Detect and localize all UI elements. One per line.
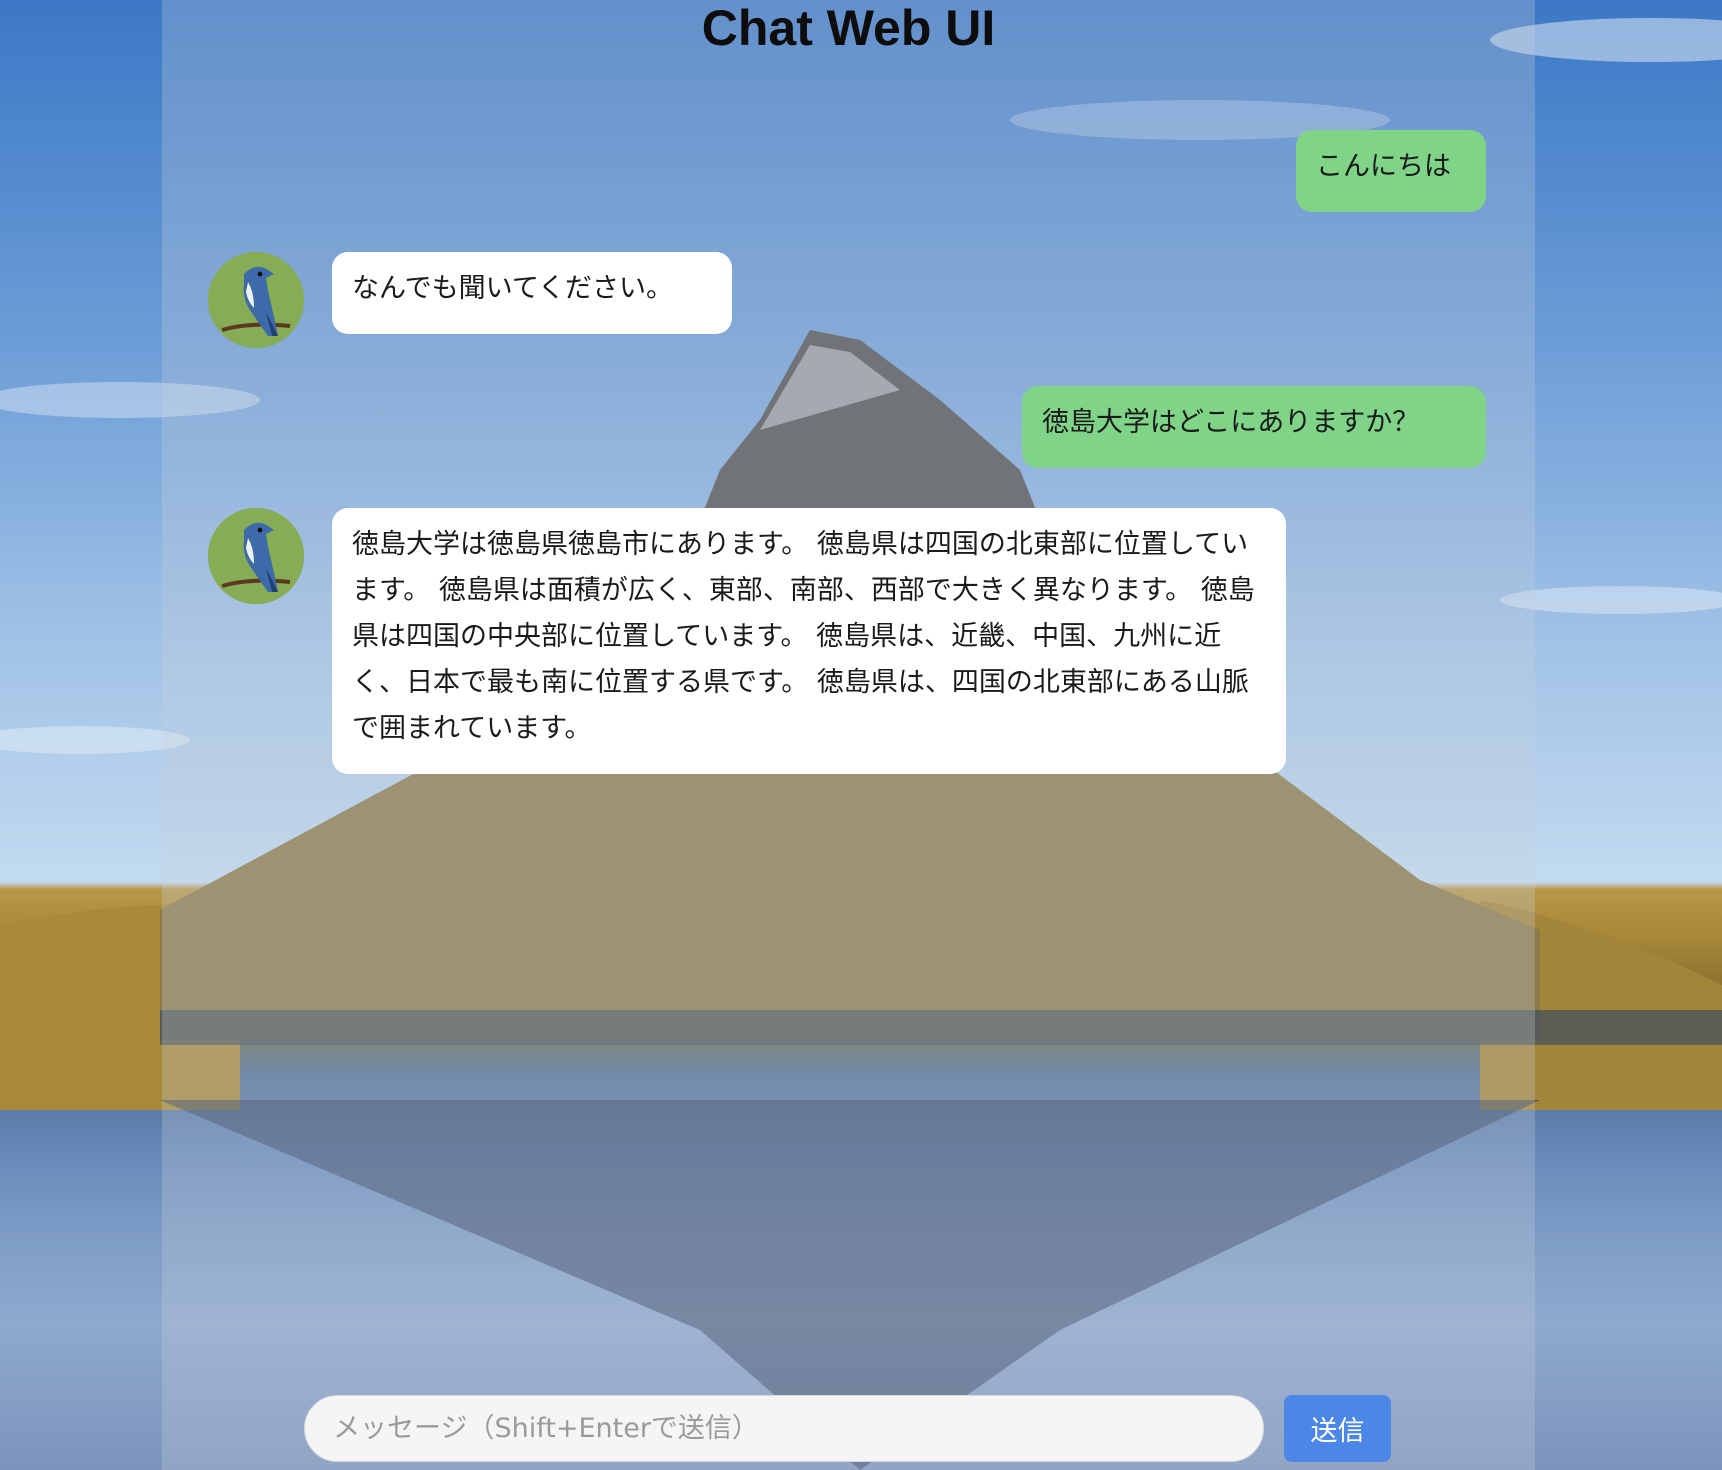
user-message-bubble: こんにちは bbox=[1296, 130, 1486, 212]
bot-message-bubble: なんでも聞いてください。 bbox=[332, 252, 732, 334]
blue-jay-avatar-icon bbox=[208, 252, 304, 348]
message-input[interactable] bbox=[304, 1395, 1264, 1462]
blue-jay-avatar-icon bbox=[208, 508, 304, 604]
bot-message-bubble: 徳島大学は徳島県徳島市にあります。 徳島県は四国の北東部に位置しています。 徳島… bbox=[332, 508, 1286, 774]
send-button[interactable]: 送信 bbox=[1284, 1395, 1391, 1462]
page-title: Chat Web UI bbox=[701, 0, 996, 56]
user-message-bubble: 徳島大学はどこにありますか？ bbox=[1022, 386, 1486, 468]
